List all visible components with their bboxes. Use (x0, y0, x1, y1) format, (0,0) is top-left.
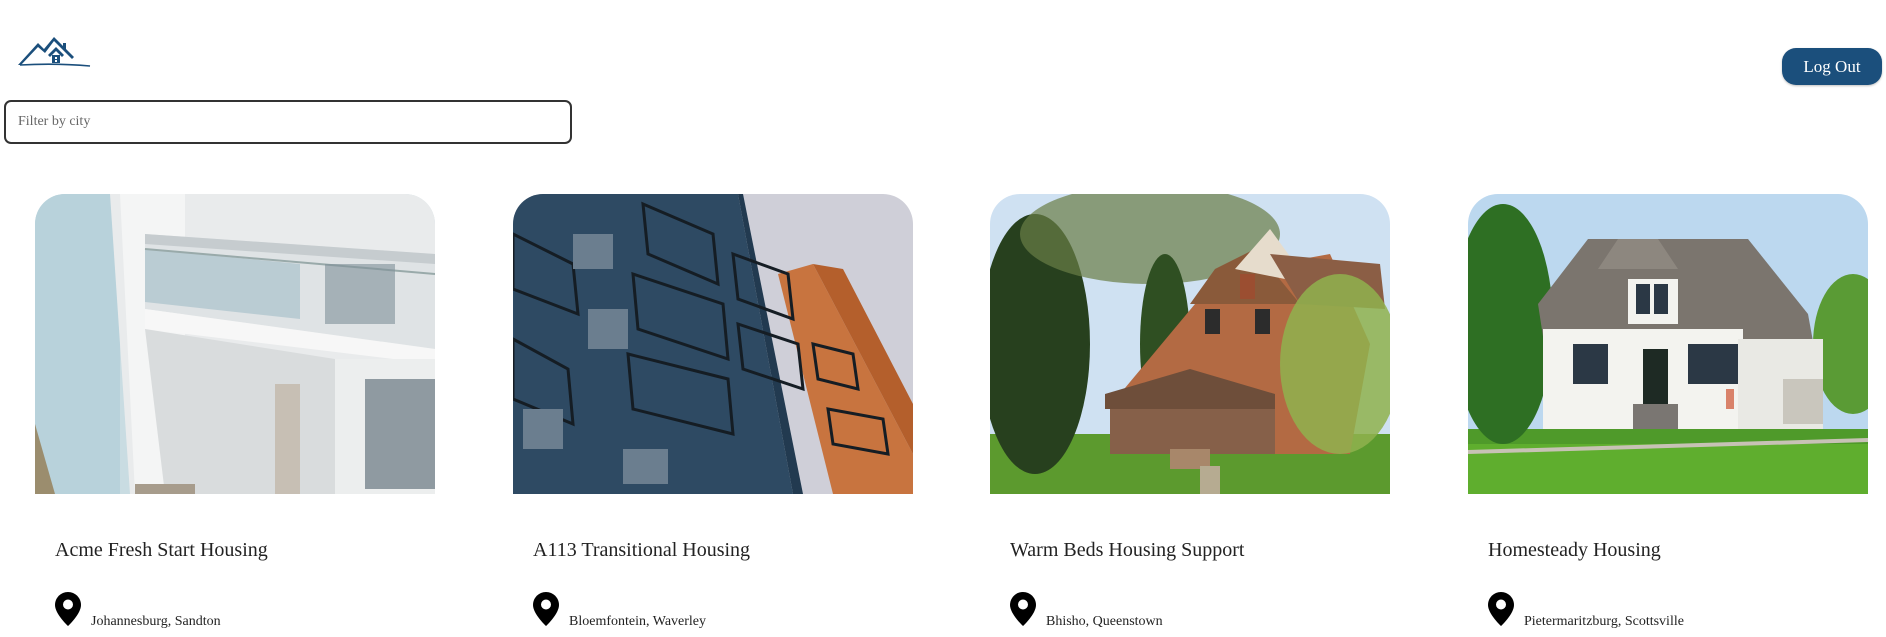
map-pin-icon (1010, 592, 1036, 626)
listing-location-text: Pietermaritzburg, Scottsville (1524, 614, 1684, 629)
listing-card[interactable]: A113 Transitional Housing Bloemfontein, … (513, 194, 913, 637)
listing-photo[interactable] (990, 194, 1390, 494)
map-pin-icon (533, 592, 559, 626)
listing-title[interactable]: A113 Transitional Housing (533, 539, 750, 562)
listing-card[interactable]: Homesteady Housing Pietermaritzburg, Sco… (1468, 194, 1868, 637)
listing-card[interactable]: Warm Beds Housing Support Bhisho, Queens… (990, 194, 1390, 637)
listing-photo[interactable] (513, 194, 913, 494)
listing-title[interactable]: Warm Beds Housing Support (1010, 539, 1245, 562)
listing-location-text: Bloemfontein, Waverley (569, 614, 707, 629)
map-pin-icon (1488, 592, 1514, 626)
listing-location: Johannesburg, Sandton (55, 592, 221, 629)
listing-location-text: Johannesburg, Sandton (91, 614, 221, 629)
listing-card[interactable]: Acme Fresh Start Housing Johannesburg, S… (35, 194, 435, 637)
logo[interactable] (16, 33, 92, 67)
listing-title[interactable]: Acme Fresh Start Housing (55, 539, 268, 562)
listing-location: Bhisho, Queenstown (1010, 592, 1163, 629)
house-roofs-logo-icon (18, 37, 91, 67)
listing-photo[interactable] (1468, 194, 1868, 494)
logout-button[interactable]: Log Out (1782, 48, 1882, 85)
city-filter-input[interactable] (4, 100, 572, 144)
listing-title[interactable]: Homesteady Housing (1488, 539, 1661, 562)
listing-location: Bloemfontein, Waverley (533, 592, 706, 629)
map-pin-icon (55, 592, 81, 626)
listing-photo[interactable] (35, 194, 435, 494)
listing-location-text: Bhisho, Queenstown (1046, 614, 1163, 629)
listing-location: Pietermaritzburg, Scottsville (1488, 592, 1684, 629)
